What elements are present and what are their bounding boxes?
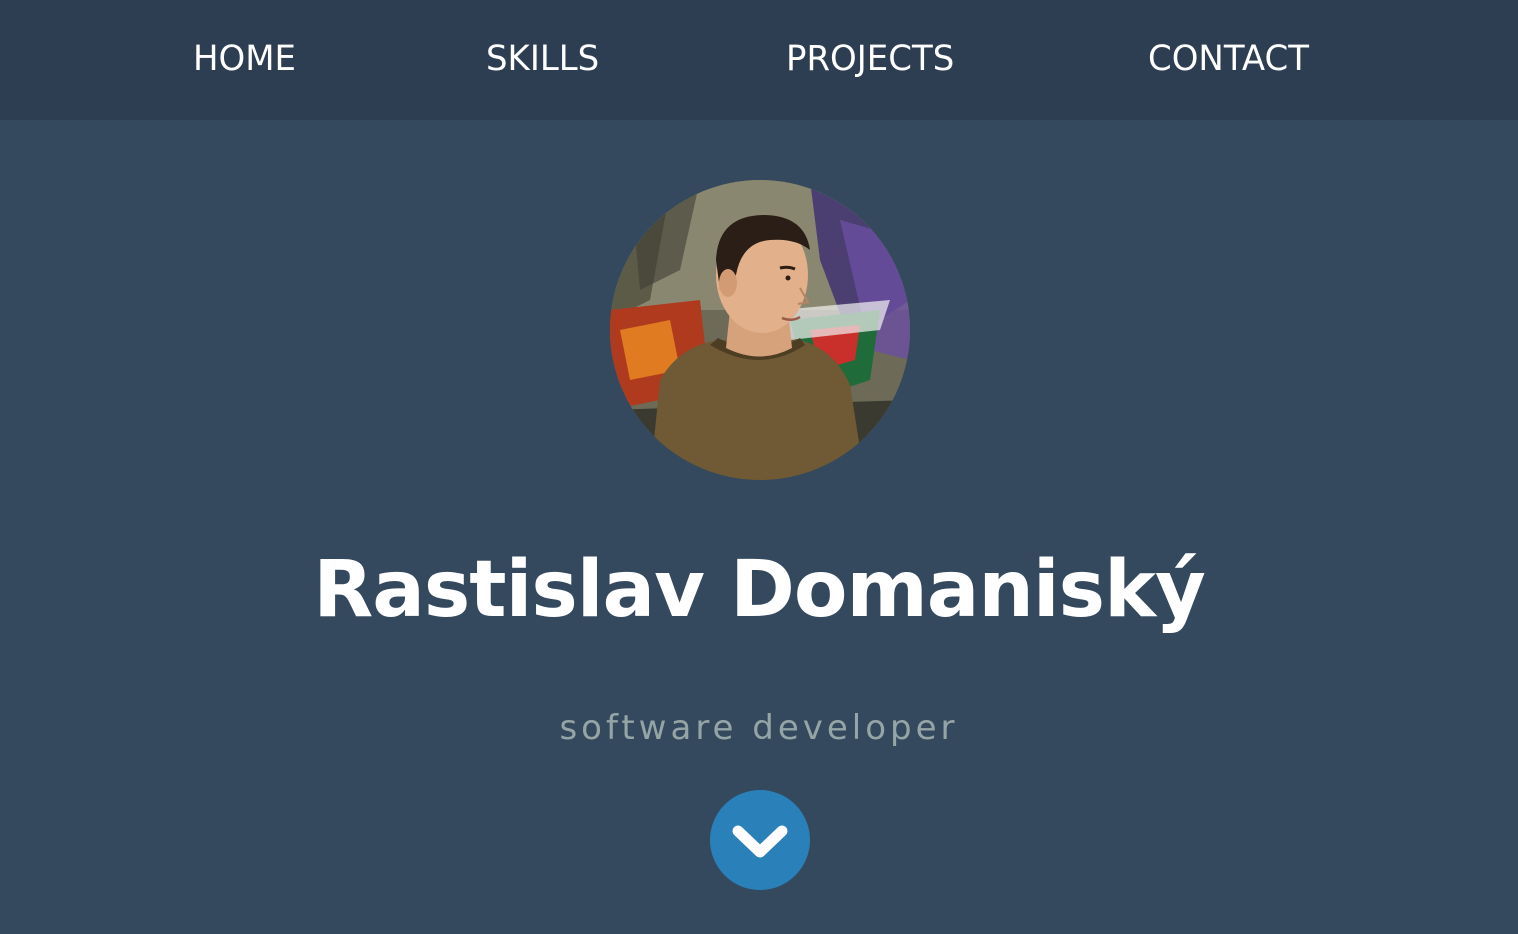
chevron-down-icon xyxy=(732,825,788,858)
hero-name-heading: Rastislav Domaniský xyxy=(313,545,1206,635)
top-navbar: HOME SKILLS PROJECTS CONTACT xyxy=(0,0,1518,120)
nav-projects-link[interactable]: PROJECTS xyxy=(786,34,954,84)
profile-avatar xyxy=(610,180,910,480)
scroll-down-button[interactable] xyxy=(710,790,810,890)
nav-skills-link[interactable]: SKILLS xyxy=(486,34,599,84)
nav-contact-link[interactable]: CONTACT xyxy=(1148,34,1309,84)
hero-subtitle: software developer xyxy=(559,708,959,748)
profile-photo-image xyxy=(610,180,910,480)
nav-home-link[interactable]: HOME xyxy=(193,34,296,84)
